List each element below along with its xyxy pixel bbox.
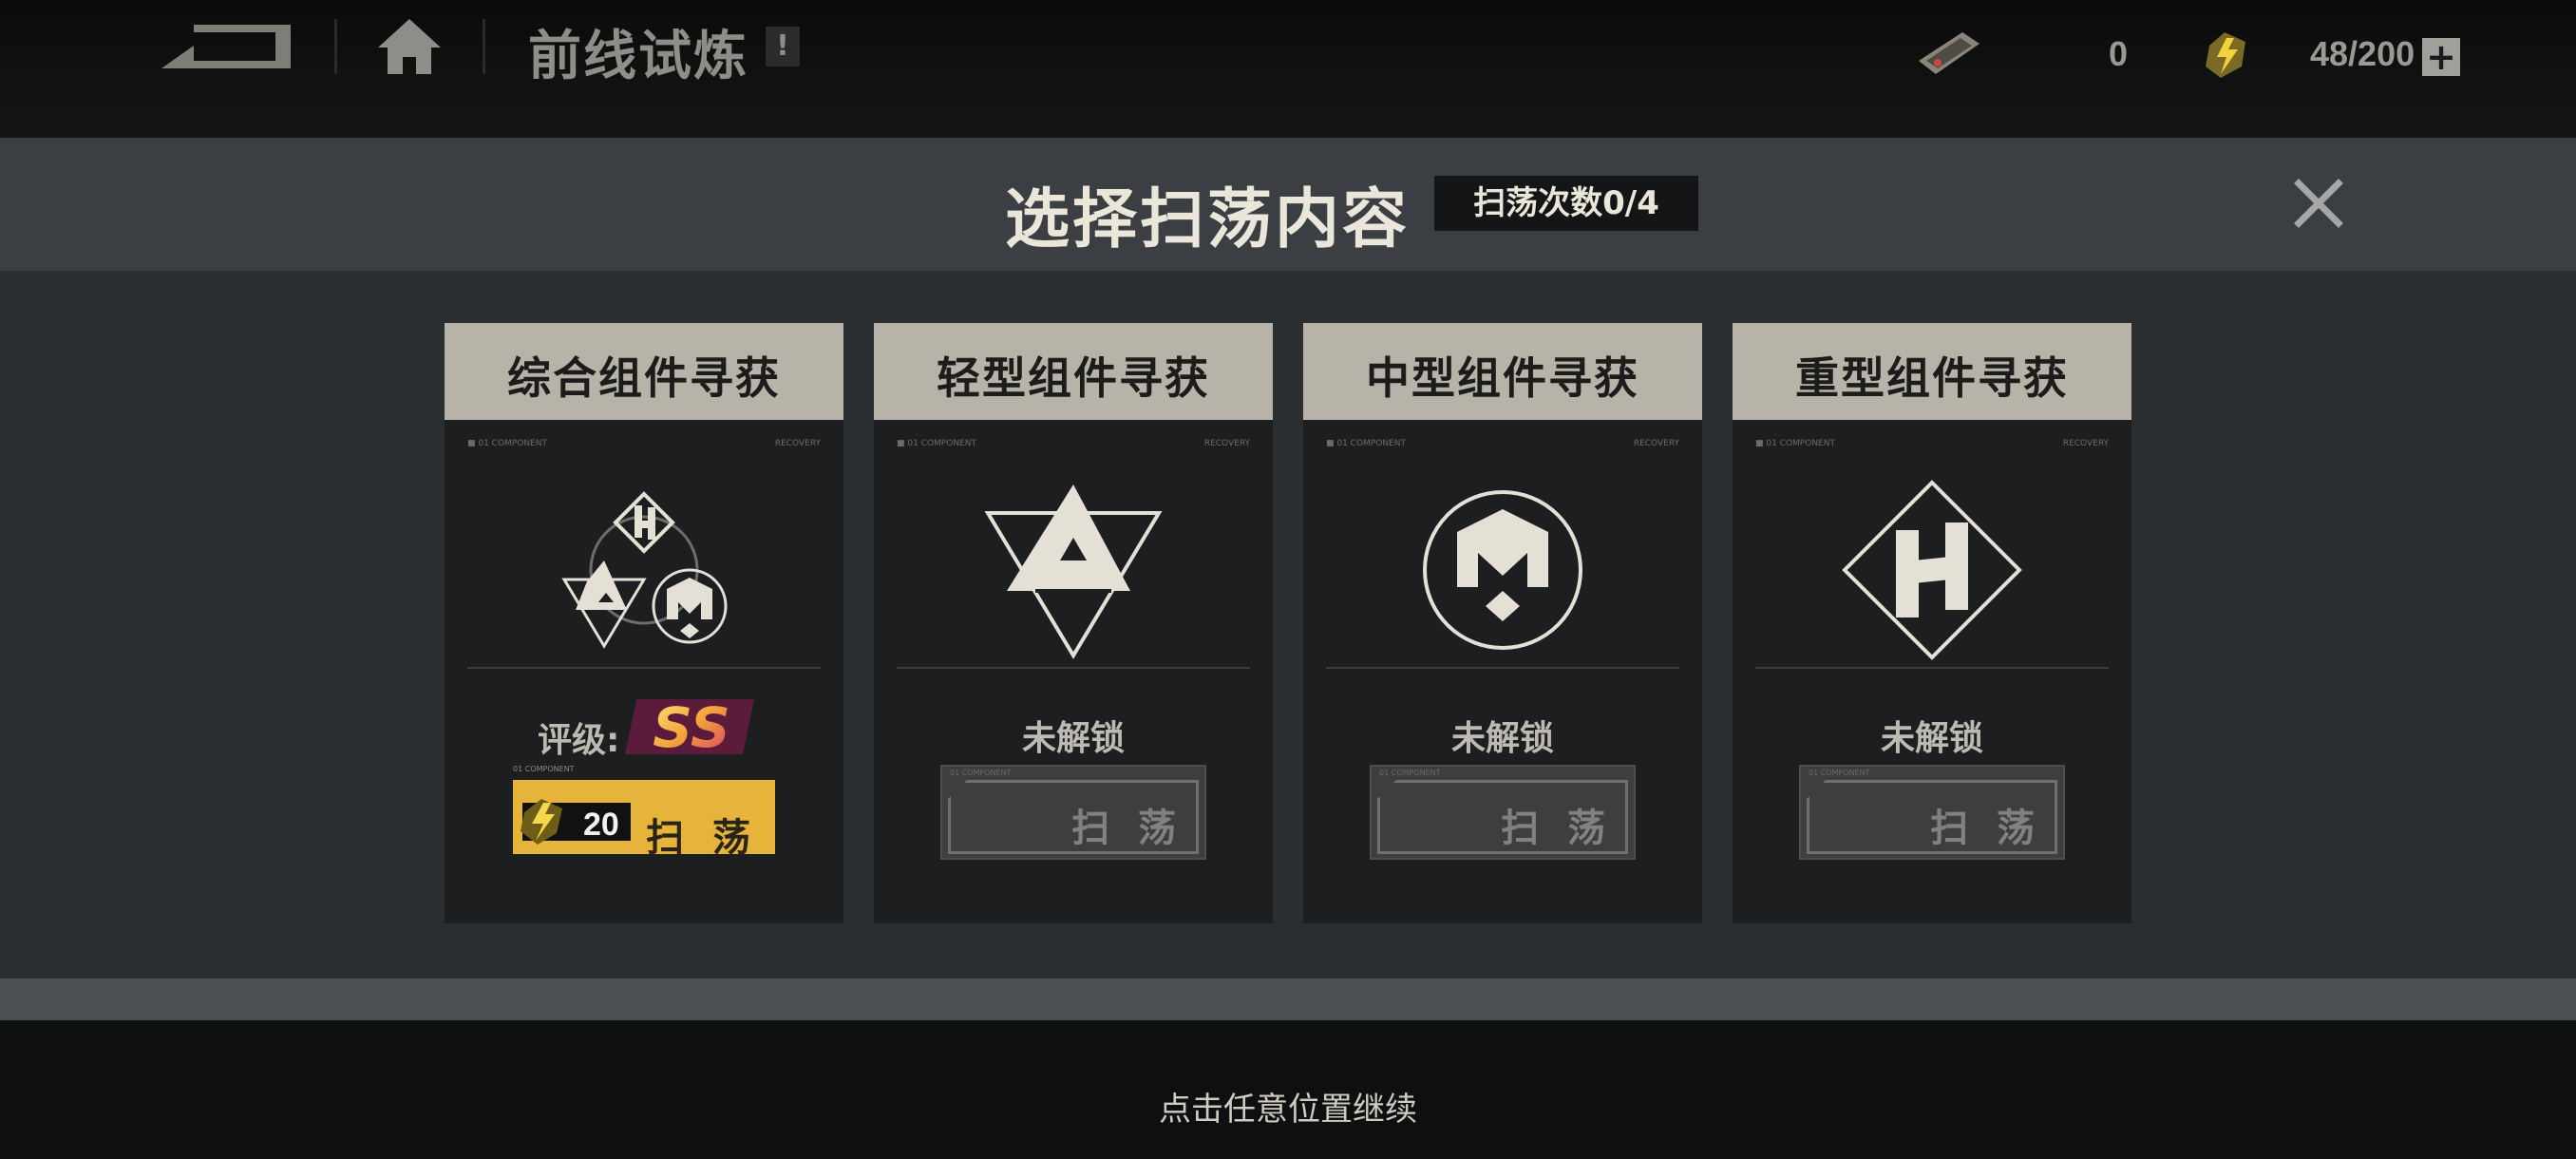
card-divider <box>897 667 1250 669</box>
info-badge[interactable]: ! <box>766 27 800 66</box>
close-icon <box>2294 179 2343 228</box>
button-tag: 01 COMPONENT <box>1379 769 1441 777</box>
sweep-button-disabled[interactable]: 01 COMPONENT 扫 荡 <box>1370 765 1636 860</box>
card-combined[interactable]: 综合组件寻获 ■ 01 COMPONENT RECOVERY 评级: SS 01… <box>445 323 843 923</box>
card-header: 轻型组件寻获 <box>874 323 1273 420</box>
card-medium[interactable]: 中型组件寻获 ■ 01 COMPONENT RECOVERY 未解锁 01 CO… <box>1303 323 1702 923</box>
card-tag: RECOVERY <box>2062 439 2109 448</box>
medium-emblem-icon <box>1408 475 1598 665</box>
energy-count: 48/200 <box>2310 34 2415 73</box>
card-light[interactable]: 轻型组件寻获 ■ 01 COMPONENT RECOVERY 未解锁 01 CO… <box>874 323 1273 923</box>
grade-label: 评级: <box>538 721 620 760</box>
card-tag: RECOVERY <box>1203 439 1250 448</box>
modal-title: 选择扫荡内容 <box>1005 182 1411 257</box>
card-tag: ■ 01 COMPONENT <box>1326 439 1406 448</box>
ticket-count: 0 <box>2109 34 2129 73</box>
light-emblem-icon <box>978 475 1168 665</box>
card-title: 轻型组件寻获 <box>937 352 1210 404</box>
card-heavy[interactable]: 重型组件寻获 ■ 01 COMPONENT RECOVERY 未解锁 01 CO… <box>1733 323 2131 923</box>
card-divider <box>1326 667 1679 669</box>
sweep-count-badge: 扫荡次数0/4 <box>1434 176 1698 231</box>
combined-emblem-icon <box>549 475 739 665</box>
modal-body <box>0 271 2576 978</box>
grade-badge: SS <box>621 694 762 760</box>
locked-label: 未解锁 <box>1450 719 1554 758</box>
card-title: 重型组件寻获 <box>1795 352 2069 404</box>
home-icon <box>378 19 441 74</box>
card-tag: ■ 01 COMPONENT <box>1755 439 1835 448</box>
button-tag: 01 COMPONENT <box>1809 769 1870 777</box>
modal-footer-strip <box>0 978 2576 1020</box>
divider <box>483 19 485 74</box>
card-tag: ■ 01 COMPONENT <box>897 439 976 448</box>
card-header: 综合组件寻获 <box>445 323 843 420</box>
page-title: 前线试炼 <box>528 26 748 87</box>
sweep-button-body: 20 扫 荡 <box>513 780 775 860</box>
button-tag: 01 COMPONENT <box>950 769 1012 777</box>
modal-header: 选择扫荡内容 扫荡次数0/4 <box>0 138 2576 271</box>
sweep-button-disabled[interactable]: 01 COMPONENT 扫 荡 <box>1799 765 2065 860</box>
add-energy-button[interactable]: + <box>2422 38 2460 76</box>
sweep-label: 扫 荡 <box>1071 807 1184 850</box>
card-tag: ■ 01 COMPONENT <box>467 439 547 448</box>
card-title: 综合组件寻获 <box>507 352 781 404</box>
sweep-button[interactable]: 01 COMPONENT 20 扫 荡 <box>513 765 779 860</box>
close-button[interactable] <box>2289 174 2348 233</box>
button-tag: 01 COMPONENT <box>513 765 575 773</box>
back-arrow-icon <box>161 25 291 68</box>
energy-bolt-icon <box>2200 28 2251 80</box>
grade-value: SS <box>653 695 729 760</box>
card-header: 中型组件寻获 <box>1303 323 1702 420</box>
back-button[interactable] <box>160 19 293 76</box>
card-tag: RECOVERY <box>1633 439 1679 448</box>
card-title: 中型组件寻获 <box>1366 352 1639 404</box>
sweep-button-disabled[interactable]: 01 COMPONENT 扫 荡 <box>940 765 1206 860</box>
card-tag: RECOVERY <box>774 439 821 448</box>
ticket-icon <box>1909 27 1985 80</box>
sweep-cost: 20 <box>583 807 619 843</box>
divider <box>334 19 337 74</box>
card-header: 重型组件寻获 <box>1733 323 2131 420</box>
locked-label: 未解锁 <box>1880 719 1983 758</box>
home-button[interactable] <box>376 15 443 76</box>
sweep-label: 扫 荡 <box>1930 807 2042 850</box>
heavy-emblem-icon <box>1837 475 2027 665</box>
continue-hint[interactable]: 点击任意位置继续 <box>0 1083 2576 1130</box>
card-divider <box>1755 667 2109 669</box>
energy-bolt-icon <box>515 793 568 846</box>
sweep-label: 扫 荡 <box>646 816 758 860</box>
card-divider <box>467 667 821 669</box>
locked-label: 未解锁 <box>1021 719 1125 758</box>
top-bar: 前线试炼 ! 0 48/200 + <box>0 0 2576 138</box>
sweep-label: 扫 荡 <box>1501 807 1613 850</box>
